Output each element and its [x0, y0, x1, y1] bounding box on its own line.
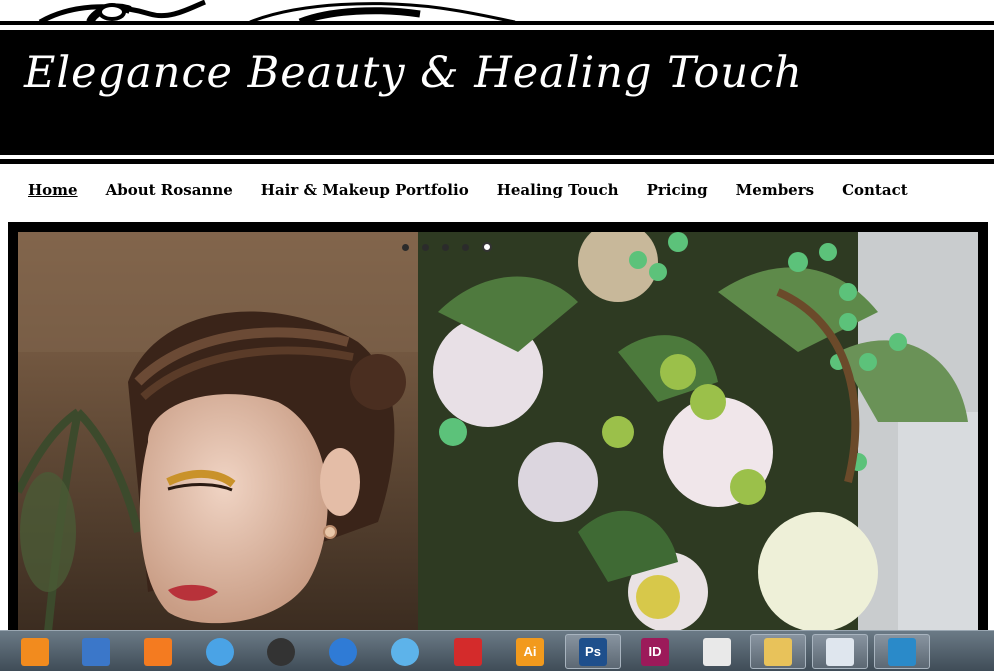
taskbar-network-settings-button[interactable] — [68, 634, 124, 669]
slideshow-pager — [402, 242, 492, 252]
slide-dot-5[interactable] — [482, 242, 492, 252]
app-frame-icon — [888, 637, 916, 666]
taskbar-illustrator-button[interactable]: Ai — [502, 634, 558, 669]
slide-dot-4[interactable] — [462, 243, 469, 251]
slide-dot-3[interactable] — [442, 243, 449, 251]
indesign-icon: ID — [641, 637, 669, 666]
taskbar-odf-document-button[interactable] — [812, 634, 868, 669]
taskbar-file-explorer-button[interactable] — [750, 634, 806, 669]
snowflake-icon — [391, 637, 419, 666]
taskbar-vlc-button[interactable] — [130, 634, 186, 669]
site-title[interactable]: Elegance Beauty & Healing Touch — [24, 48, 803, 98]
acrobat-icon — [454, 637, 482, 666]
nav-home[interactable]: Home — [28, 181, 78, 199]
photoshop-icon: Ps — [579, 637, 607, 666]
taskbar-app-frame-button[interactable] — [874, 634, 930, 669]
avast-icon — [21, 637, 49, 666]
odf-document-icon — [826, 637, 854, 666]
slide-dot-1[interactable] — [402, 243, 409, 251]
document-viewer-icon — [703, 637, 731, 666]
taskbar-sheep-button[interactable] — [253, 634, 309, 669]
main-nav: Home About Rosanne Hair & Makeup Portfol… — [28, 181, 908, 199]
taskbar-acrobat-button[interactable] — [440, 634, 496, 669]
taskbar-document-viewer-button[interactable] — [689, 634, 745, 669]
header-rule-bottom — [0, 159, 994, 164]
slide-photo[interactable] — [18, 232, 978, 632]
taskbar: Ai Ps ID — [0, 630, 994, 671]
nav-about-rosanne[interactable]: About Rosanne — [106, 181, 233, 199]
slideshow[interactable] — [8, 222, 988, 642]
header-ornament — [0, 0, 994, 22]
taskbar-avast-button[interactable] — [7, 634, 63, 669]
taskbar-thunderbird-button[interactable] — [315, 634, 371, 669]
slide-dot-2[interactable] — [422, 243, 429, 251]
nav-hair-makeup-portfolio[interactable]: Hair & Makeup Portfolio — [261, 181, 469, 199]
taskbar-photoshop-button[interactable]: Ps — [565, 634, 621, 669]
nav-contact[interactable]: Contact — [842, 181, 908, 199]
illustrator-icon: Ai — [516, 637, 544, 666]
vlc-icon — [144, 637, 172, 666]
taskbar-indesign-button[interactable]: ID — [627, 634, 683, 669]
taskbar-snowflake-button[interactable] — [377, 634, 433, 669]
nav-pricing[interactable]: Pricing — [647, 181, 708, 199]
taskbar-itunes-button[interactable] — [192, 634, 248, 669]
thunderbird-icon — [329, 637, 357, 666]
itunes-icon — [206, 637, 234, 666]
nav-members[interactable]: Members — [736, 181, 814, 199]
sheep-icon — [267, 637, 295, 666]
file-explorer-icon — [764, 637, 792, 666]
network-settings-icon — [82, 637, 110, 666]
header-rule-top — [0, 21, 994, 25]
nav-healing-touch[interactable]: Healing Touch — [497, 181, 619, 199]
